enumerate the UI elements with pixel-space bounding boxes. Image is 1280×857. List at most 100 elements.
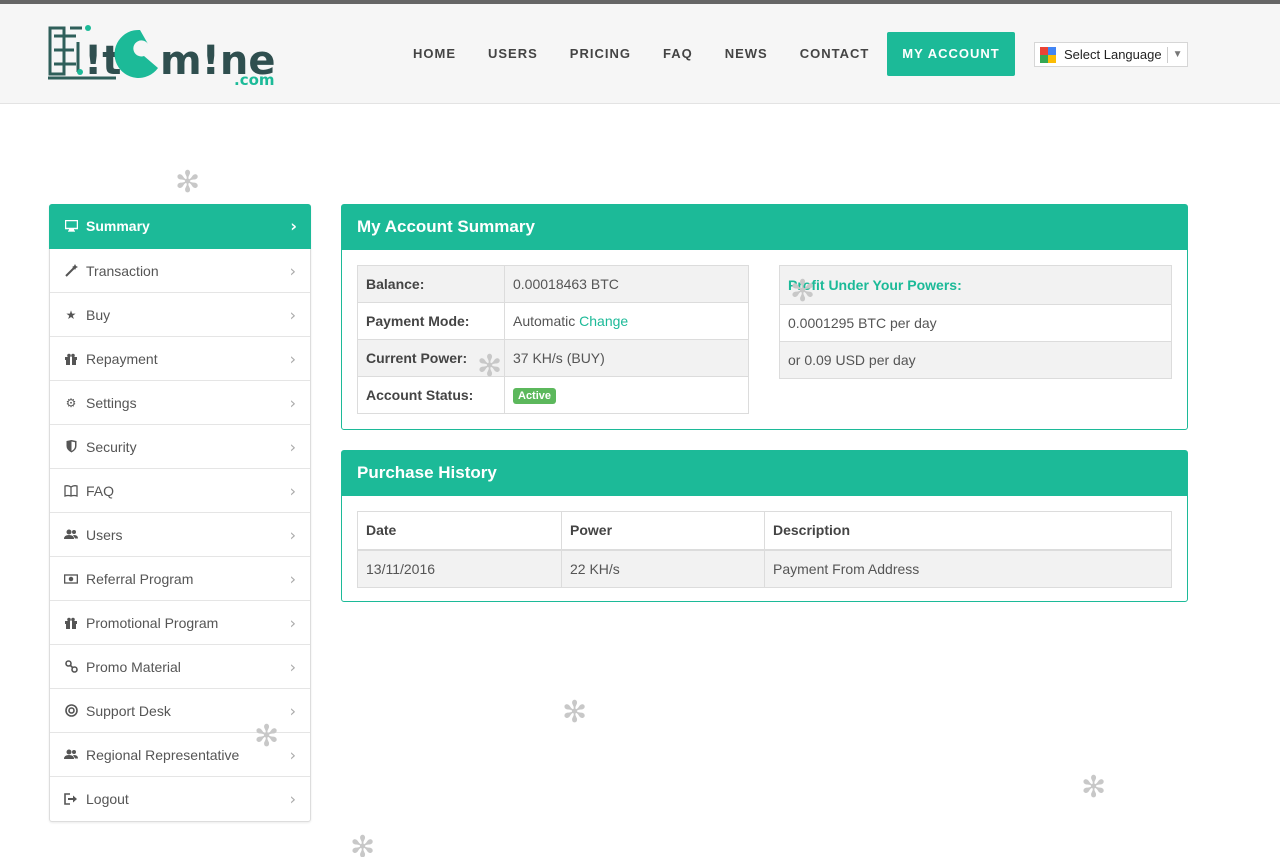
sidebar-item-summary[interactable]: Summary › <box>49 204 311 249</box>
sidebar-item-label: Security <box>86 438 137 455</box>
row-date: 13/11/2016 <box>357 549 562 588</box>
sidebar-item-regional-representative[interactable]: Regional Representative › <box>50 733 310 777</box>
current-power-label: Current Power: <box>357 339 505 377</box>
lifebuoy-icon <box>64 704 78 718</box>
main-nav: HOME USERS PRICING FAQ NEWS CONTACT MY A… <box>397 32 1015 76</box>
table-row: Account Status: Active <box>357 376 749 414</box>
sidebar-item-support-desk[interactable]: Support Desk › <box>50 689 310 733</box>
sidebar-item-logout[interactable]: Logout › <box>50 777 310 821</box>
star-icon: ★ <box>65 307 77 322</box>
magic-wand-icon <box>64 264 78 278</box>
account-sidebar: Summary › Transaction › ★ Buy › Repaymen… <box>49 204 311 822</box>
chevron-right-icon: › <box>289 349 296 368</box>
chevron-right-icon: › <box>289 525 296 544</box>
sidebar-item-label: Summary <box>86 218 150 234</box>
chevron-right-icon: › <box>289 305 296 324</box>
sidebar-item-buy[interactable]: ★ Buy › <box>50 293 310 337</box>
table-row: or 0.09 USD per day <box>779 341 1172 379</box>
sidebar-item-promotional-program[interactable]: Promotional Program › <box>50 601 310 645</box>
sign-out-icon <box>64 792 78 806</box>
sidebar-item-label: Logout <box>86 791 129 807</box>
payment-mode-cell: Automatic Change <box>504 302 749 340</box>
table-row: 0.0001295 BTC per day <box>779 304 1172 342</box>
chevron-right-icon: › <box>289 613 296 632</box>
gift-icon <box>64 352 78 366</box>
nav-my-account[interactable]: MY ACCOUNT <box>887 32 1015 76</box>
language-select-divider <box>1166 46 1168 63</box>
sidebar-item-label: Users <box>86 526 123 543</box>
dropdown-arrow-icon: ▼ <box>1172 49 1183 60</box>
status-badge: Active <box>513 388 557 404</box>
sidebar-item-settings[interactable]: ⚙ Settings › <box>50 381 310 425</box>
sidebar-item-label: Promotional Program <box>86 614 219 631</box>
site-header: !t m!ner .com HOME USERS PRICING FAQ NEW… <box>0 4 1280 104</box>
sidebar-item-label: Support Desk <box>86 702 171 719</box>
balance-label: Balance: <box>357 265 505 303</box>
users-icon <box>64 748 78 762</box>
account-status-label: Account Status: <box>357 376 505 414</box>
nav-users[interactable]: USERS <box>472 32 554 76</box>
nav-pricing[interactable]: PRICING <box>554 32 647 76</box>
column-header-description: Description <box>764 511 1172 551</box>
monitor-icon <box>64 219 78 233</box>
row-description: Payment From Address <box>764 549 1172 588</box>
snowflake-icon: ✻ <box>175 165 201 200</box>
sidebar-item-label: Regional Representative <box>86 746 240 763</box>
purchase-history-table: Date Power Description 13/11/2016 22 KH/… <box>357 511 1172 588</box>
nav-news[interactable]: NEWS <box>709 32 784 76</box>
table-row: Payment Mode: Automatic Change <box>357 302 749 340</box>
chevron-right-icon: › <box>289 569 296 588</box>
shield-icon <box>64 440 78 454</box>
gears-icon: ⚙ <box>65 395 77 410</box>
balance-value: 0.00018463 BTC <box>504 265 749 303</box>
table-header-row: Date Power Description <box>357 511 1172 551</box>
sidebar-item-repayment[interactable]: Repayment › <box>50 337 310 381</box>
sidebar-item-faq[interactable]: FAQ › <box>50 469 310 513</box>
sidebar-item-label: Referral Program <box>86 570 194 587</box>
row-power: 22 KH/s <box>561 549 765 588</box>
nav-contact[interactable]: CONTACT <box>784 32 886 76</box>
chevron-right-icon: › <box>289 701 296 720</box>
sidebar-item-users[interactable]: Users › <box>50 513 310 557</box>
sidebar-item-security[interactable]: Security › <box>50 425 310 469</box>
chevron-right-icon: › <box>289 789 296 809</box>
snowflake-icon: ✻ <box>350 830 376 857</box>
sidebar-item-transaction[interactable]: Transaction › <box>50 249 310 293</box>
profit-btc: 0.0001295 BTC per day <box>779 304 1172 342</box>
sidebar-item-referral-program[interactable]: Referral Program › <box>50 557 310 601</box>
panel-title: Purchase History <box>342 451 1187 496</box>
chevron-right-icon: › <box>289 745 296 764</box>
column-header-date: Date <box>357 511 562 551</box>
sidebar-item-label: FAQ <box>86 482 115 499</box>
change-payment-mode-link[interactable]: Change <box>579 313 628 329</box>
profit-usd: or 0.09 USD per day <box>779 341 1172 379</box>
account-summary-panel: My Account Summary Balance: 0.00018463 B… <box>341 204 1188 430</box>
snowflake-icon: ✻ <box>562 695 588 730</box>
chevron-right-icon: › <box>289 481 296 500</box>
panel-title: My Account Summary <box>342 205 1187 250</box>
purchase-history-panel: Purchase History Date Power Description … <box>341 450 1188 602</box>
sidebar-item-promo-material[interactable]: Promo Material › <box>50 645 310 689</box>
table-row: Current Power: 37 KH/s (BUY) <box>357 339 749 377</box>
account-status-cell: Active <box>504 376 749 414</box>
account-summary-table: Balance: 0.00018463 BTC Payment Mode: Au… <box>357 265 749 414</box>
sidebar-item-label: Promo Material <box>86 658 181 675</box>
column-header-power: Power <box>561 511 765 551</box>
language-select[interactable]: Select Language ▼ <box>1034 42 1188 67</box>
sidebar-item-label: Repayment <box>86 350 158 367</box>
site-logo[interactable]: !t m!ner .com <box>48 22 296 89</box>
nav-faq[interactable]: FAQ <box>647 32 709 76</box>
money-icon <box>64 572 78 586</box>
sidebar-item-label: Buy <box>86 306 111 323</box>
logo-suffix: .com <box>234 71 275 86</box>
nav-home[interactable]: HOME <box>397 32 472 76</box>
google-translate-icon <box>1040 46 1056 63</box>
language-select-label: Select Language <box>1064 47 1162 62</box>
snowflake-icon: ✻ <box>1081 770 1107 805</box>
table-row: Profit Under Your Powers: <box>779 265 1172 305</box>
link-icon <box>64 660 78 674</box>
chevron-right-icon: › <box>289 657 296 676</box>
current-power-value: 37 KH/s (BUY) <box>504 339 749 377</box>
payment-mode-value: Automatic <box>513 313 576 329</box>
users-icon <box>64 528 78 542</box>
